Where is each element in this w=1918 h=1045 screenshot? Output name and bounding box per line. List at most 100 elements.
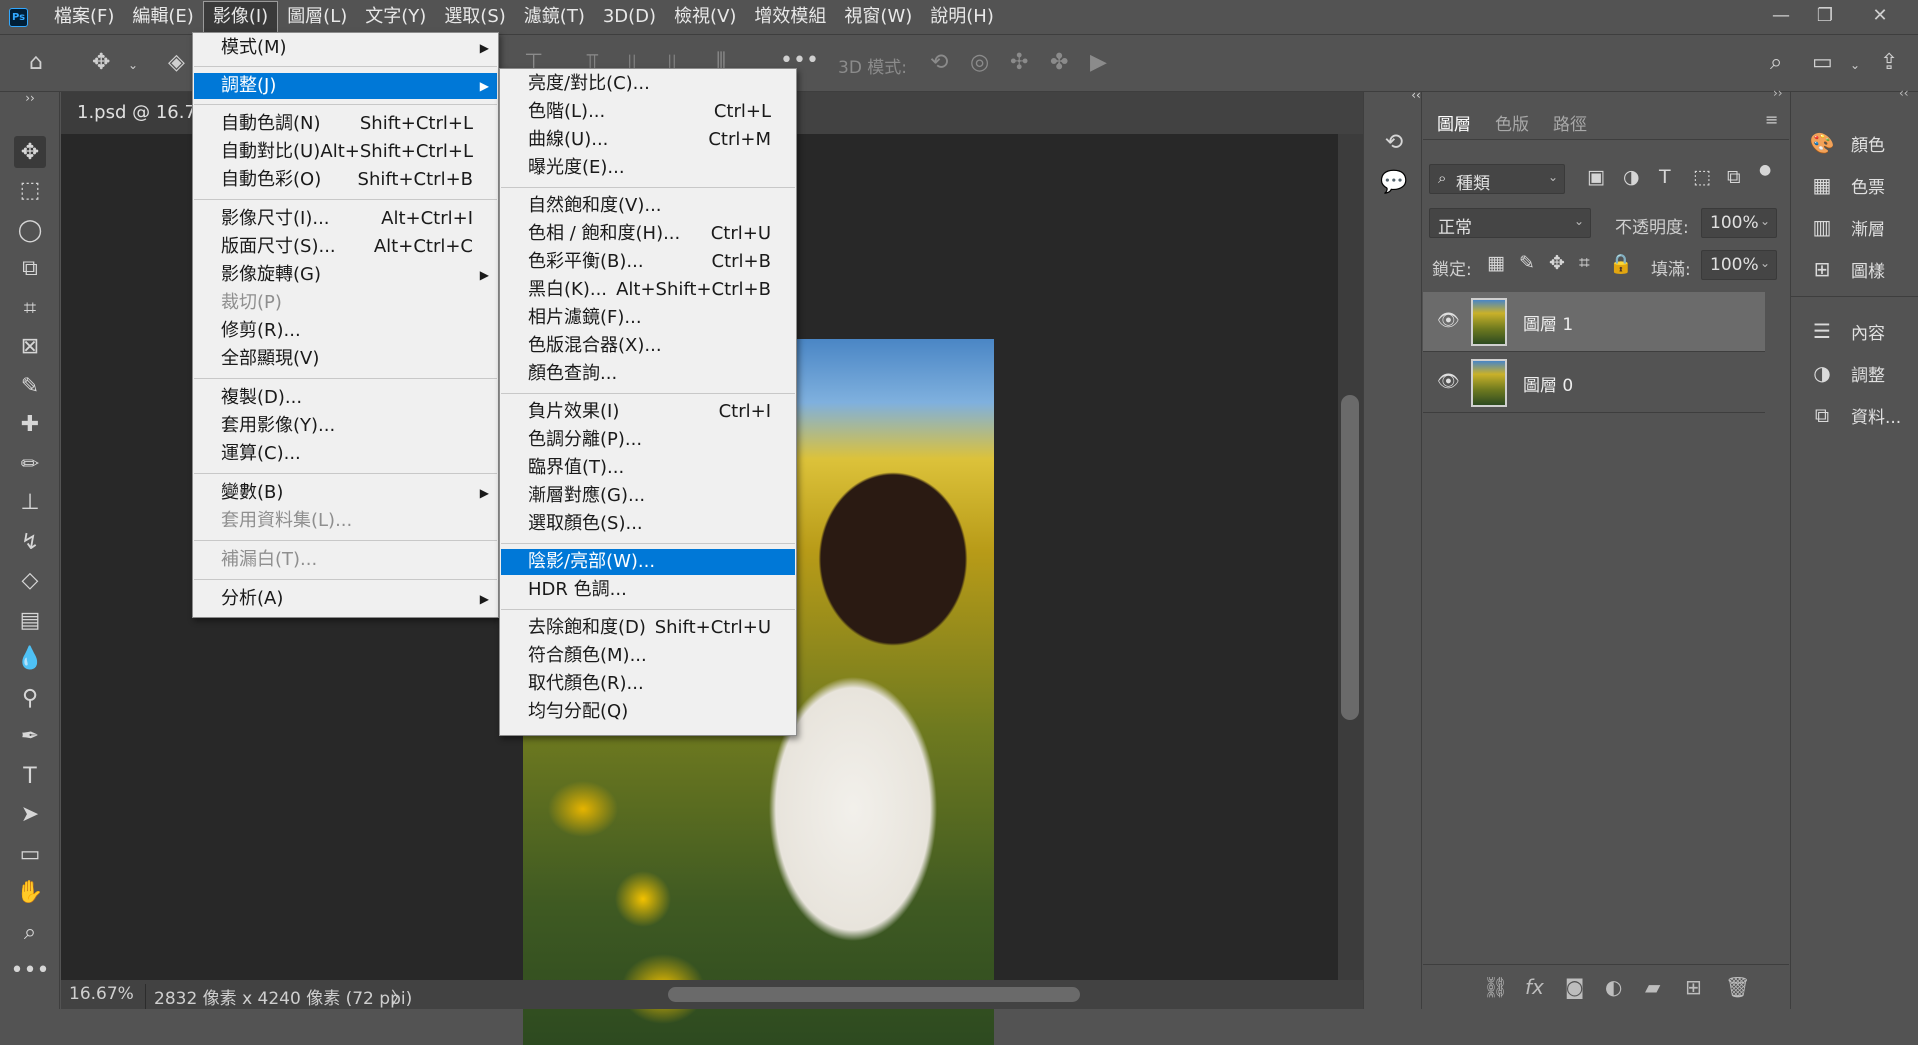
menu-item-analysis[interactable]: 分析(A) ▶ bbox=[194, 586, 497, 612]
menu-file[interactable]: 檔案(F) bbox=[45, 0, 123, 34]
minimize-button[interactable]: — bbox=[1758, 0, 1804, 30]
menu-item-posterize[interactable]: 色調分離(P)... bbox=[501, 427, 795, 453]
lasso-tool[interactable]: ◯ bbox=[14, 214, 46, 246]
menu-item-exposure[interactable]: 曝光度(E)... bbox=[501, 155, 795, 181]
close-button[interactable]: ✕ bbox=[1857, 0, 1903, 30]
share-icon[interactable]: ⇪ bbox=[1880, 51, 1898, 75]
panel-swatches[interactable]: ▦ 色票 bbox=[1807, 168, 1885, 202]
slide-3d-icon[interactable]: ✤ bbox=[1050, 51, 1068, 75]
pen-tool[interactable]: ✒ bbox=[14, 720, 46, 752]
menu-item-match-color[interactable]: 符合顏色(M)... bbox=[501, 643, 795, 669]
trash-icon[interactable]: 🗑 bbox=[1725, 975, 1750, 999]
menu-item-replace-color[interactable]: 取代顏色(R)... bbox=[501, 671, 795, 697]
comment-icon[interactable]: 💬 bbox=[1378, 166, 1410, 198]
add-mask-icon[interactable]: ◙ bbox=[1565, 975, 1584, 999]
menu-item-trim[interactable]: 修剪(R)... bbox=[194, 318, 497, 344]
document-tab[interactable]: 1.psd @ 16.7% bbox=[61, 92, 201, 134]
roll-3d-icon[interactable]: ◎ bbox=[970, 51, 989, 75]
filter-type-icon[interactable]: T bbox=[1659, 166, 1671, 188]
fx-icon[interactable]: fx bbox=[1525, 975, 1544, 999]
blur-tool[interactable]: 💧 bbox=[14, 642, 46, 674]
menu-item-shadows-highlights[interactable]: 陰影/亮部(W)... bbox=[501, 549, 795, 575]
orbit-3d-icon[interactable]: ⟲ bbox=[930, 51, 948, 75]
eyedropper-tool[interactable]: ✎ bbox=[14, 370, 46, 402]
eraser-tool[interactable]: ◇ bbox=[14, 564, 46, 596]
layer-filter-kind[interactable]: ⌕ 種類 ⌄ bbox=[1429, 164, 1565, 194]
menu-window[interactable]: 視窗(W) bbox=[835, 0, 921, 34]
zoom-tool[interactable]: ⌕ bbox=[14, 916, 46, 948]
menu-help[interactable]: 說明(H) bbox=[921, 0, 1003, 34]
tab-layers[interactable]: 圖層 bbox=[1437, 110, 1471, 135]
toolbar-collapse-icon[interactable]: ›› bbox=[14, 91, 46, 105]
home-icon[interactable]: ⌂ bbox=[29, 51, 43, 75]
menu-item-duplicate[interactable]: 複製(D)... bbox=[194, 385, 497, 411]
menu-item-variables[interactable]: 變數(B) ▶ bbox=[194, 480, 497, 506]
adjustment-layer-icon[interactable]: ◐ bbox=[1605, 975, 1622, 999]
dodge-tool[interactable]: ⚲ bbox=[14, 682, 46, 714]
path-select-tool[interactable]: ➤ bbox=[14, 798, 46, 830]
lock-position-icon[interactable]: ✥ bbox=[1549, 252, 1565, 274]
vertical-scroll-thumb[interactable] bbox=[1341, 395, 1359, 720]
panel-color[interactable]: 🎨 顏色 bbox=[1807, 126, 1885, 160]
chevron-down-icon[interactable]: ⌄ bbox=[128, 53, 138, 77]
filter-adjustment-icon[interactable]: ◑ bbox=[1623, 166, 1640, 188]
menu-item-desaturate[interactable]: 去除飽和度(D) Shift+Ctrl+U bbox=[501, 615, 795, 641]
menu-item-adjustments[interactable]: 調整(J) ▶ bbox=[194, 73, 497, 99]
menu-item-auto-contrast[interactable]: 自動對比(U) Alt+Shift+Ctrl+L bbox=[194, 139, 497, 165]
restore-button[interactable]: ❐ bbox=[1802, 0, 1848, 30]
menu-type[interactable]: 文字(Y) bbox=[356, 0, 435, 34]
menu-item-image-size[interactable]: 影像尺寸(I)... Alt+Ctrl+I bbox=[194, 206, 497, 232]
panel-adjustments[interactable]: ◑ 調整 bbox=[1807, 356, 1885, 390]
menu-item-levels[interactable]: 色階(L)... Ctrl+L bbox=[501, 99, 795, 125]
layer-row[interactable]: 👁 圖層 1 bbox=[1423, 292, 1765, 352]
menu-item-equalize[interactable]: 均勻分配(Q) bbox=[501, 699, 795, 725]
lock-transparent-icon[interactable]: ▦ bbox=[1487, 252, 1505, 274]
menu-item-auto-color[interactable]: 自動色彩(O) Shift+Ctrl+B bbox=[194, 167, 497, 193]
object-select-tool[interactable]: ⧉ bbox=[14, 252, 46, 284]
lock-artboard-icon[interactable]: ⌗ bbox=[1579, 252, 1590, 274]
menu-item-apply-image[interactable]: 套用影像(Y)... bbox=[194, 413, 497, 439]
menu-item-threshold[interactable]: 臨界值(T)... bbox=[501, 455, 795, 481]
tab-paths[interactable]: 路徑 bbox=[1553, 110, 1587, 135]
menu-layer[interactable]: 圖層(L) bbox=[278, 0, 356, 34]
menu-plugins[interactable]: 增效模組 bbox=[745, 0, 835, 34]
layer-name[interactable]: 圖層 1 bbox=[1523, 310, 1573, 335]
layer-row[interactable]: 👁 圖層 0 bbox=[1423, 353, 1765, 413]
hand-tool[interactable]: ✋ bbox=[14, 876, 46, 908]
menu-item-channel-mixer[interactable]: 色版混合器(X)... bbox=[501, 333, 795, 359]
menu-item-color-balance[interactable]: 色彩平衡(B)... Ctrl+B bbox=[501, 249, 795, 275]
scale-3d-icon[interactable]: ▶ bbox=[1090, 51, 1107, 75]
menu-item-auto-tone[interactable]: 自動色調(N) Shift+Ctrl+L bbox=[194, 111, 497, 137]
menu-item-selective-color[interactable]: 選取顏色(S)... bbox=[501, 511, 795, 537]
panel-properties[interactable]: ☰ 內容 bbox=[1807, 314, 1885, 348]
filter-shape-icon[interactable]: ⬚ bbox=[1693, 166, 1711, 188]
group-folder-icon[interactable]: ▰ bbox=[1645, 975, 1660, 999]
status-arrow-icon[interactable]: 〉 bbox=[391, 984, 408, 1009]
menu-select[interactable]: 選取(S) bbox=[435, 0, 514, 34]
panel-menu-icon[interactable]: ≡ bbox=[1765, 110, 1778, 129]
type-tool[interactable]: T bbox=[14, 760, 46, 792]
panel-libraries[interactable]: ⧉ 資料... bbox=[1807, 398, 1901, 432]
healing-brush-tool[interactable]: ✚ bbox=[14, 408, 46, 440]
menu-view[interactable]: 檢視(V) bbox=[665, 0, 745, 34]
horizontal-scroll-thumb[interactable] bbox=[668, 987, 1080, 1002]
menu-item-curves[interactable]: 曲線(U)... Ctrl+M bbox=[501, 127, 795, 153]
zoom-level[interactable]: 16.67% bbox=[69, 984, 134, 1004]
tab-channels[interactable]: 色版 bbox=[1495, 110, 1529, 135]
menu-item-gradient-map[interactable]: 漸層對應(G)... bbox=[501, 483, 795, 509]
edit-toolbar-icon[interactable]: ••• bbox=[11, 954, 50, 986]
menu-item-color-lookup[interactable]: 顏色查詢... bbox=[501, 361, 795, 387]
opacity-field[interactable]: 100% ⌄ bbox=[1701, 208, 1777, 238]
gradient-tool[interactable]: ▤ bbox=[14, 604, 46, 636]
menu-item-black-white[interactable]: 黑白(K)... Alt+Shift+Ctrl+B bbox=[501, 277, 795, 303]
rectangle-tool[interactable]: ▭ bbox=[14, 838, 46, 870]
menu-edit[interactable]: 編輯(E) bbox=[123, 0, 202, 34]
menu-item-photo-filter[interactable]: 相片濾鏡(F)... bbox=[501, 305, 795, 331]
right-panel-collapse-icon[interactable]: ‹‹ bbox=[1899, 86, 1909, 100]
menu-item-hdr-toning[interactable]: HDR 色調... bbox=[501, 577, 795, 603]
menu-item-image-rotation[interactable]: 影像旋轉(G) ▶ bbox=[194, 262, 497, 288]
menu-filter[interactable]: 濾鏡(T) bbox=[515, 0, 594, 34]
filter-smart-object-icon[interactable]: ⧉ bbox=[1727, 166, 1741, 188]
layers-select-icon[interactable]: ◈ bbox=[168, 51, 185, 75]
menu-item-invert[interactable]: 負片效果(I) Ctrl+I bbox=[501, 399, 795, 425]
